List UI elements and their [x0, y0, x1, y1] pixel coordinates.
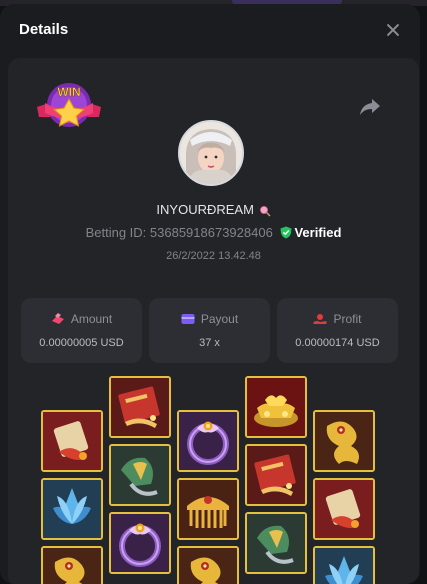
amount-value: 0.00000005 USD	[39, 337, 124, 349]
amount-label: Amount	[70, 312, 113, 326]
symbol-gold-ingots	[245, 376, 307, 438]
symbol-golden-comb	[177, 478, 239, 540]
badge-text: WIN	[57, 85, 80, 99]
symbol-golden-dragon	[41, 546, 103, 584]
share-icon[interactable]	[359, 97, 381, 117]
symbol-golden-dragon	[313, 410, 375, 472]
symbol-jade-fan	[109, 444, 171, 506]
betting-id-row: Betting ID: 53685918673928406 Verified	[8, 225, 419, 240]
modal-title: Details	[19, 21, 69, 38]
modal-header: Details	[0, 4, 420, 58]
verified-label: Verified	[294, 225, 342, 240]
avatar-image	[180, 122, 242, 184]
symbol-scroll-fish	[41, 410, 103, 472]
username-text: INYOURĐREAM	[156, 202, 254, 217]
betting-id-label: Betting ID:	[85, 225, 147, 240]
betting-id-value: 53685918673928406	[149, 225, 273, 240]
symbol-violet-jewel-ring	[109, 512, 171, 574]
symbol-golden-dragon	[177, 546, 239, 584]
profit-card: Profit 0.00000174 USD	[277, 298, 398, 363]
win-badge-icon: WIN	[37, 83, 101, 127]
symbol-jade-fan	[245, 512, 307, 574]
amount-header: Amount	[21, 312, 142, 326]
payout-label: Payout	[200, 312, 239, 326]
profit-header: Profit	[277, 312, 398, 326]
username: INYOURĐREAM	[8, 202, 419, 217]
payout-card: Payout 37 x	[149, 298, 270, 363]
payout-value: 37 x	[199, 337, 220, 349]
payout-header: Payout	[149, 312, 270, 326]
wallet-icon	[181, 314, 195, 324]
amount-card: Amount 0.00000005 USD	[21, 298, 142, 363]
symbol-red-tome	[109, 376, 171, 438]
coin-stack-icon	[51, 313, 64, 324]
symbol-scroll-fish	[313, 478, 375, 540]
symbol-sapphire-lotus	[41, 478, 103, 540]
profit-label: Profit	[333, 312, 362, 326]
lollipop-icon	[259, 205, 271, 217]
symbol-sapphire-lotus	[313, 546, 375, 584]
symbol-red-tome	[245, 444, 307, 506]
avatar	[178, 120, 244, 186]
symbol-violet-jewel-ring	[177, 410, 239, 472]
details-modal: Details WIN INYOURĐREAM Betting ID: 5368…	[0, 4, 420, 584]
close-icon[interactable]	[383, 21, 403, 41]
bet-datetime: 26/2/2022 13.42.48	[166, 250, 261, 262]
shield-check-icon	[280, 226, 292, 239]
details-panel: WIN INYOURĐREAM Betting ID: 536859186739…	[8, 58, 419, 584]
profit-hand-icon	[313, 314, 327, 324]
profit-value: 0.00000174 USD	[295, 337, 380, 349]
